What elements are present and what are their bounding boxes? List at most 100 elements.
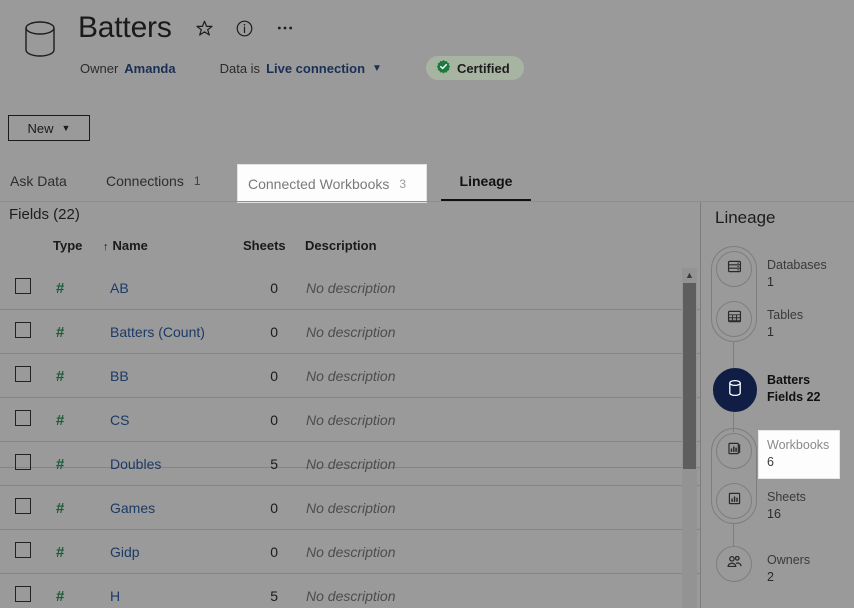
field-sheets-count: 0	[228, 486, 278, 530]
field-description[interactable]: No description	[306, 486, 396, 530]
row-checkbox[interactable]	[15, 322, 31, 338]
field-type-icon: #	[56, 530, 64, 574]
field-description[interactable]: No description	[306, 442, 396, 486]
field-name-link[interactable]: Games	[110, 486, 155, 530]
fields-title: Fields (22)	[9, 206, 80, 223]
lineage-node-value: 2	[767, 569, 810, 586]
field-sheets-count: 0	[228, 398, 278, 442]
field-type-icon: #	[56, 266, 64, 310]
lineage-label-owners[interactable]: Owners 2	[767, 552, 810, 586]
lineage-connector	[733, 524, 734, 546]
tab-label: Connected Workbooks	[248, 176, 389, 192]
row-checkbox[interactable]	[15, 498, 31, 514]
field-name-link[interactable]: H	[110, 574, 120, 608]
chevron-down-icon[interactable]: ▼	[372, 63, 382, 74]
caret-up-icon[interactable]: ▲	[682, 268, 697, 282]
field-sheets-count: 5	[228, 574, 278, 608]
lineage-label-tables[interactable]: Tables 1	[767, 307, 803, 341]
table-row[interactable]: # Games 0 No description	[0, 486, 700, 530]
owner-name[interactable]: Amanda	[124, 61, 175, 76]
tab-lineage[interactable]: Lineage	[441, 160, 531, 202]
field-type-icon: #	[56, 398, 64, 442]
lineage-node-batters-current[interactable]	[713, 368, 757, 412]
field-name-link[interactable]: Batters (Count)	[110, 310, 205, 354]
field-description[interactable]: No description	[306, 266, 396, 310]
table-row[interactable]: # Doubles 5 No description	[0, 442, 700, 486]
table-row[interactable]: # Gidp 0 No description	[0, 530, 700, 574]
lineage-label-batters[interactable]: Batters Fields 22	[767, 372, 821, 406]
field-name-link[interactable]: AB	[110, 266, 129, 310]
table-row[interactable]: # H 5 No description	[0, 574, 700, 608]
sheet-chart-icon	[726, 490, 743, 512]
certified-badge-icon	[436, 59, 451, 77]
row-checkbox[interactable]	[15, 542, 31, 558]
column-header-description[interactable]: Description	[305, 238, 377, 253]
page-title: Batters	[78, 8, 172, 48]
lineage-node-workbooks[interactable]	[716, 433, 752, 469]
field-name-link[interactable]: Doubles	[110, 442, 161, 486]
column-header-sheets[interactable]: Sheets	[243, 238, 286, 253]
tab-connected-workbooks[interactable]: Connected Workbooks 3	[238, 165, 426, 202]
field-description[interactable]: No description	[306, 574, 396, 608]
row-checkbox[interactable]	[15, 366, 31, 382]
lineage-node-label: Owners	[767, 552, 810, 569]
tab-label: Lineage	[460, 173, 513, 189]
lineage-panel: Lineage Databases 1 Tables 1	[700, 202, 854, 608]
new-button[interactable]: New ▼	[8, 115, 90, 141]
lineage-label-workbooks[interactable]: Workbooks 6	[759, 431, 839, 478]
lineage-connector	[733, 342, 734, 368]
new-button-label: New	[28, 121, 54, 136]
row-checkbox[interactable]	[15, 410, 31, 426]
lineage-node-sheets[interactable]	[716, 483, 752, 519]
metadata-row: Owner Amanda Data is Live connection ▼ C…	[80, 56, 524, 80]
lineage-title: Lineage	[715, 208, 776, 228]
lineage-node-value: 6	[767, 454, 829, 471]
field-description[interactable]: No description	[306, 310, 396, 354]
table-row[interactable]: # Batters (Count) 0 No description	[0, 310, 700, 354]
page-header: Batters Owner Amanda Data is Live	[0, 0, 854, 100]
tab-connections[interactable]: Connections 1	[96, 160, 211, 202]
row-checkbox[interactable]	[15, 278, 31, 294]
lineage-node-databases[interactable]	[716, 251, 752, 287]
people-icon	[725, 552, 744, 576]
lineage-node-owners[interactable]	[716, 546, 752, 582]
field-name-link[interactable]: BB	[110, 354, 129, 398]
table-row[interactable]: # CS 0 No description	[0, 398, 700, 442]
sort-ascending-icon: ↑	[103, 241, 109, 253]
lineage-node-label: Databases	[767, 257, 827, 274]
field-description[interactable]: No description	[306, 354, 396, 398]
lineage-node-value: 1	[767, 274, 827, 291]
row-checkbox[interactable]	[15, 586, 31, 602]
star-icon[interactable]	[192, 15, 218, 41]
column-header-name-label: Name	[113, 238, 148, 253]
field-sheets-count: 0	[228, 266, 278, 310]
table-row[interactable]: # BB 0 No description	[0, 354, 700, 398]
table-grid-icon	[726, 308, 743, 330]
field-type-icon: #	[56, 486, 64, 530]
status-badge[interactable]: Certified	[426, 56, 524, 80]
table-header: Type ↑ Name Sheets Description	[0, 238, 700, 266]
connection-type-value[interactable]: Live connection	[266, 61, 365, 76]
lineage-node-value: 1	[767, 324, 803, 341]
lineage-node-label: Batters	[767, 372, 821, 389]
column-header-type[interactable]: Type	[53, 238, 82, 253]
field-description[interactable]: No description	[306, 530, 396, 574]
title-row: Batters	[78, 8, 298, 48]
field-name-link[interactable]: CS	[110, 398, 129, 442]
lineage-node-value: Fields 22	[767, 389, 821, 406]
row-checkbox[interactable]	[15, 454, 31, 470]
table-row[interactable]: # AB 0 No description	[0, 266, 700, 310]
ellipsis-icon[interactable]	[272, 15, 298, 41]
lineage-label-sheets[interactable]: Sheets 16	[767, 489, 806, 523]
tab-count: 3	[399, 177, 406, 191]
column-header-name[interactable]: ↑ Name	[103, 238, 148, 253]
field-name-link[interactable]: Gidp	[110, 530, 140, 574]
scrollbar-thumb[interactable]	[683, 283, 696, 469]
lineage-label-databases[interactable]: Databases 1	[767, 257, 827, 291]
field-description[interactable]: No description	[306, 398, 396, 442]
info-circle-icon[interactable]	[232, 15, 258, 41]
table-vertical-scrollbar[interactable]: ▲	[682, 268, 697, 608]
owner-label: Owner	[80, 61, 118, 76]
lineage-node-tables[interactable]	[716, 301, 752, 337]
tab-ask-data[interactable]: Ask Data	[0, 160, 77, 202]
